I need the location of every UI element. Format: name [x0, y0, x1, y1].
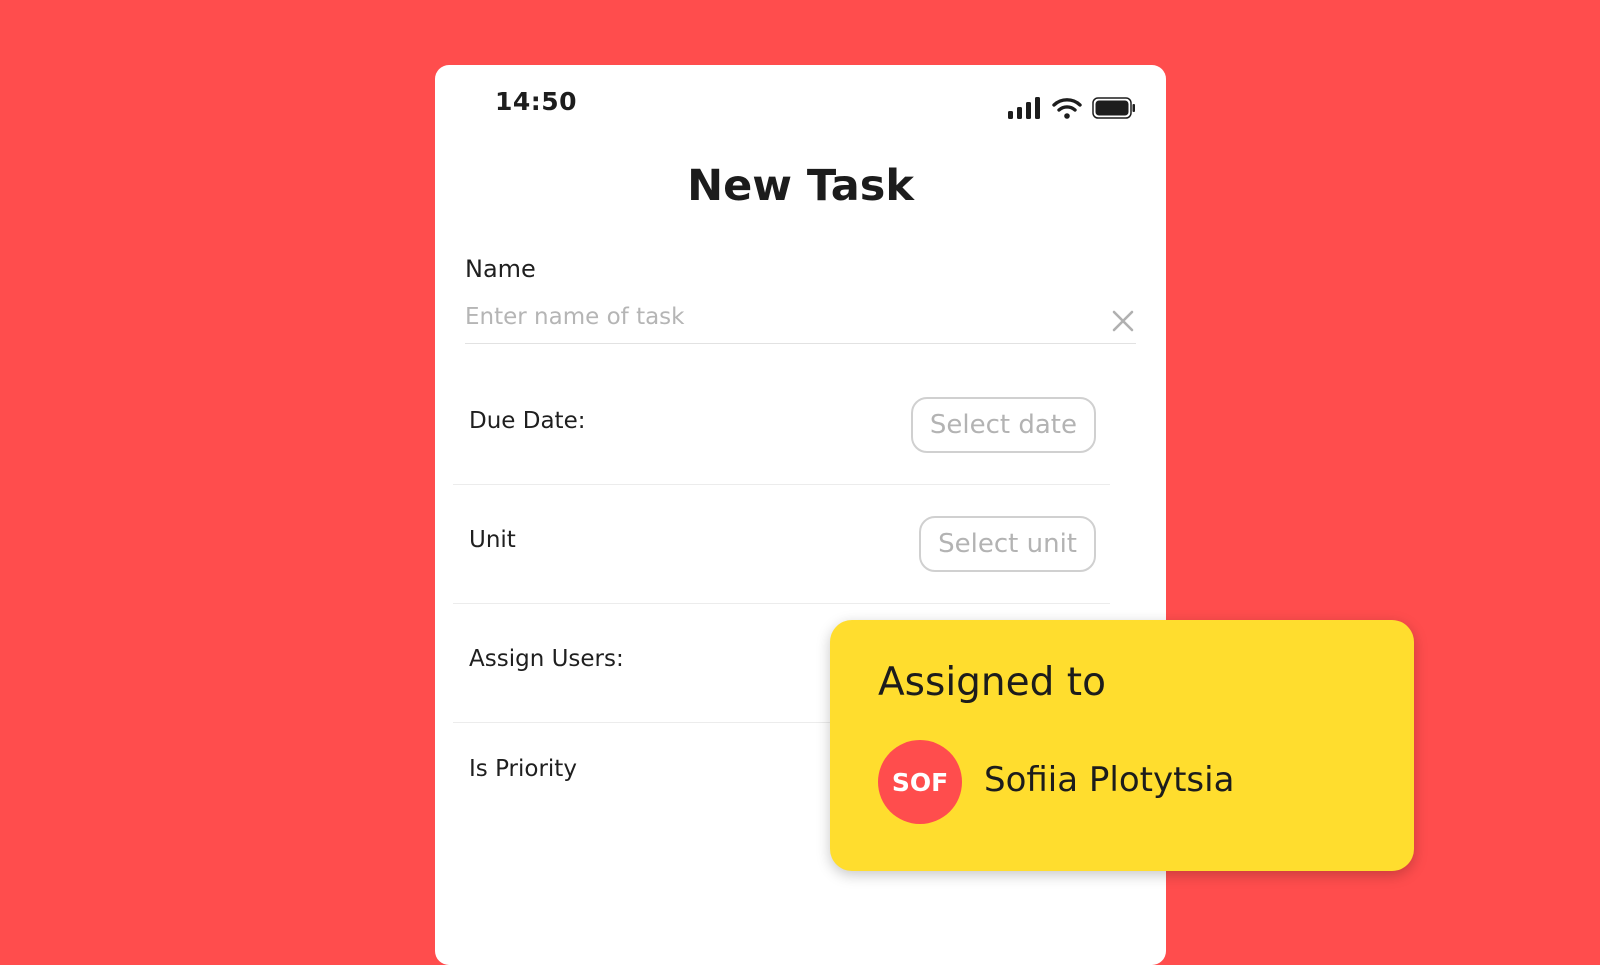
name-label: Name — [465, 255, 536, 283]
wifi-icon — [1052, 98, 1082, 119]
status-icons — [1008, 97, 1136, 119]
select-date-button[interactable]: Select date — [910, 397, 1096, 453]
assigned-to-card: Assigned to SOF Sofiia Plotytsia — [830, 620, 1414, 871]
assigned-user-name: Sofiia Plotytsia — [984, 760, 1235, 800]
page-title: New Task — [687, 161, 914, 211]
due-date-label: Due Date: — [469, 408, 586, 434]
due-date-row: Due Date: Select date — [453, 366, 1110, 485]
close-icon[interactable] — [1110, 308, 1136, 334]
battery-icon — [1092, 97, 1135, 119]
name-underline — [465, 343, 1136, 344]
assigned-to-title: Assigned to — [878, 660, 1106, 705]
unit-label: Unit — [469, 527, 516, 553]
unit-row: Unit Select unit — [453, 485, 1110, 604]
is-priority-label: Is Priority — [469, 756, 577, 782]
task-name-input[interactable] — [465, 297, 1085, 337]
cellular-signal-icon — [1008, 97, 1040, 119]
status-time: 14:50 — [495, 87, 578, 116]
assign-users-label: Assign Users: — [469, 646, 624, 672]
avatar: SOF — [878, 740, 962, 824]
select-unit-button[interactable]: Select unit — [919, 516, 1096, 572]
